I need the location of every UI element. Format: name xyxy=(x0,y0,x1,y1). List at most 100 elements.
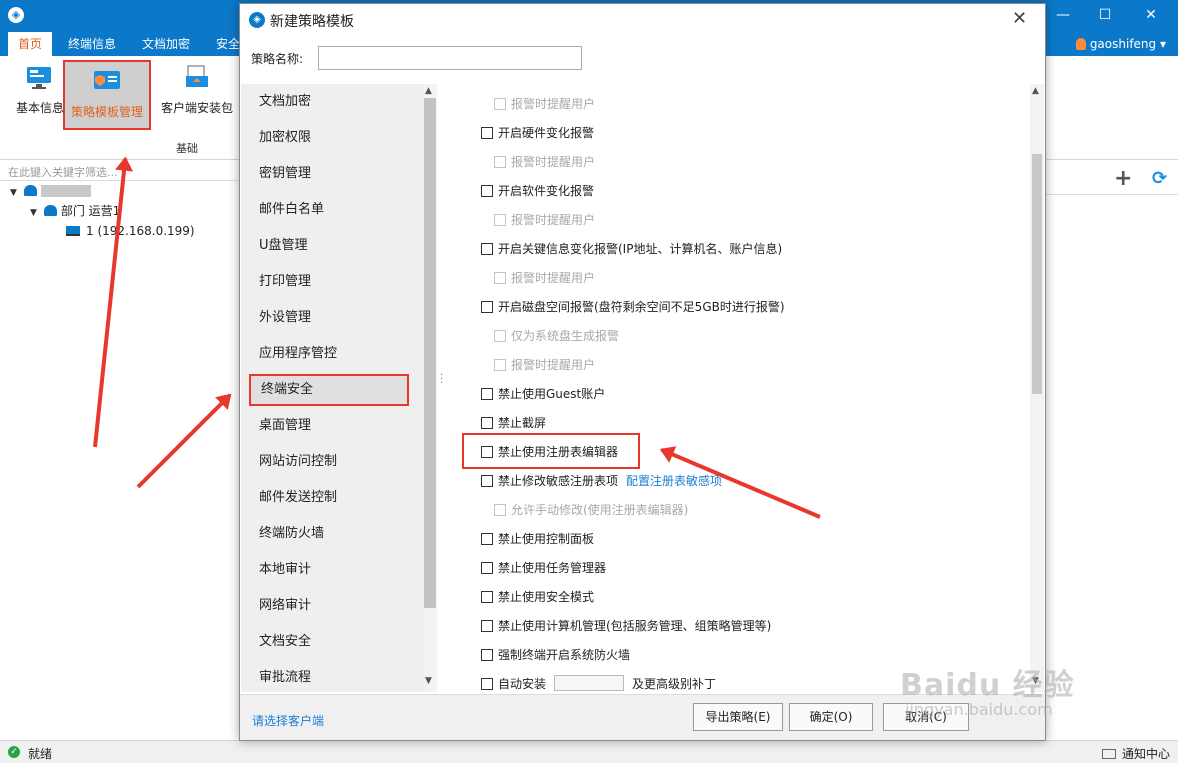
close-button[interactable]: ✕ xyxy=(1128,0,1174,32)
tree-computer[interactable]: 1 (192.168.0.199) xyxy=(66,222,195,240)
option-checkbox[interactable] xyxy=(494,214,506,226)
option-row[interactable]: 开启关键信息变化报警(IP地址、计算机名、账户信息) xyxy=(481,239,782,259)
options-scrollbar[interactable]: ▲ ▼ xyxy=(1030,84,1044,692)
category-item[interactable]: 打印管理 xyxy=(241,264,421,300)
tab-doc-encryption[interactable]: 文档加密 xyxy=(132,32,200,56)
dept-label: 部门 运营1 xyxy=(60,204,121,218)
category-item[interactable]: 本地审计 xyxy=(241,552,421,588)
option-row[interactable]: 报警时提醒用户 xyxy=(494,210,595,230)
monitor-icon xyxy=(27,67,51,89)
option-checkbox[interactable] xyxy=(481,475,493,487)
option-row[interactable]: 禁止使用任务管理器 xyxy=(481,558,606,578)
option-checkbox[interactable] xyxy=(481,127,493,139)
category-item[interactable]: 密钥管理 xyxy=(241,156,421,192)
category-item[interactable]: 加密权限 xyxy=(241,120,421,156)
option-checkbox[interactable] xyxy=(481,388,493,400)
option-label: 自动安装 xyxy=(498,677,547,691)
option-checkbox[interactable] xyxy=(481,417,493,429)
configure-registry-link[interactable]: 配置注册表敏感项 xyxy=(626,474,722,488)
category-item[interactable]: 网络审计 xyxy=(241,588,421,624)
policy-template-button[interactable]: 策略模板管理 xyxy=(63,60,151,130)
splitter-handle[interactable]: · · · xyxy=(440,371,443,389)
scroll-down-icon[interactable]: ▼ xyxy=(425,676,432,686)
option-row[interactable]: 禁止修改敏感注册表项 配置注册表敏感项 xyxy=(481,471,722,491)
computer-label: 1 (192.168.0.199) xyxy=(86,224,195,238)
tree-root[interactable]: ▼ xyxy=(10,182,91,200)
option-row[interactable]: 仅为系统盘生成报警 xyxy=(494,326,619,346)
category-item[interactable]: 文档加密 xyxy=(241,84,421,120)
highlight-registry-option xyxy=(462,433,640,469)
option-row[interactable]: 禁止使用控制面板 xyxy=(481,529,594,549)
option-row[interactable]: 允许手动修改(使用注册表编辑器) xyxy=(494,500,688,520)
dialog-close-icon[interactable]: ✕ xyxy=(1012,8,1027,29)
option-checkbox[interactable] xyxy=(494,272,506,284)
category-item[interactable]: 桌面管理 xyxy=(241,408,421,444)
category-item[interactable]: U盘管理 xyxy=(241,228,421,264)
option-checkbox[interactable] xyxy=(494,156,506,168)
option-row[interactable]: 报警时提醒用户 xyxy=(494,94,595,114)
category-item[interactable]: 文档安全 xyxy=(241,624,421,660)
ribbon-group-label: 基础 xyxy=(176,142,198,155)
group-icon xyxy=(43,205,57,216)
maximize-button[interactable]: ☐ xyxy=(1082,0,1128,32)
watermark-url: jingyan.baidu.com xyxy=(905,700,1053,719)
scroll-up-icon[interactable]: ▲ xyxy=(425,86,432,96)
option-row[interactable]: 报警时提醒用户 xyxy=(494,268,595,288)
option-checkbox[interactable] xyxy=(494,504,506,516)
tab-terminal-info[interactable]: 终端信息 xyxy=(58,32,126,56)
category-item[interactable]: 审批流程 xyxy=(241,660,421,692)
tab-home[interactable]: 首页 xyxy=(8,32,53,56)
refresh-icon[interactable]: ⟳ xyxy=(1152,168,1167,189)
options-scroll-thumb[interactable] xyxy=(1032,154,1042,394)
option-row[interactable]: 禁止使用计算机管理(包括服务管理、组策略管理等) xyxy=(481,616,771,636)
option-label: 允许手动修改(使用注册表编辑器) xyxy=(511,503,689,517)
option-checkbox[interactable] xyxy=(481,301,493,313)
option-checkbox[interactable] xyxy=(494,359,506,371)
option-row[interactable]: 强制终端开启系统防火墙 xyxy=(481,645,630,665)
category-scrollbar[interactable]: ▲ ▼ xyxy=(423,84,437,692)
category-item[interactable]: 终端防火墙 xyxy=(241,516,421,552)
option-row[interactable]: 自动安装 及更高级别补丁 xyxy=(481,674,716,692)
option-row[interactable]: 报警时提醒用户 xyxy=(494,355,595,375)
option-checkbox[interactable] xyxy=(481,649,493,661)
category-item[interactable]: 邮件发送控制 xyxy=(241,480,421,516)
ok-button[interactable]: 确定(O) xyxy=(789,703,873,731)
patch-level-select[interactable] xyxy=(554,675,625,691)
option-row[interactable]: 禁止使用Guest账户 xyxy=(481,384,605,404)
category-item[interactable]: 网站访问控制 xyxy=(241,444,421,480)
options-list: ▲ ▼ 报警时提醒用户 开启硬件变化报警 报警时提醒用户 开启软件变化报警 报警时提醒用… xyxy=(448,84,1044,692)
category-item[interactable]: 外设管理 xyxy=(241,300,421,336)
option-row[interactable]: 禁止使用安全模式 xyxy=(481,587,594,607)
category-scroll-thumb[interactable] xyxy=(424,98,436,608)
option-checkbox[interactable] xyxy=(481,591,493,603)
option-row[interactable]: 禁止截屏 xyxy=(481,413,546,433)
category-item[interactable]: 邮件白名单 xyxy=(241,192,421,228)
notification-center[interactable]: 通知中心 xyxy=(1101,745,1170,762)
option-row[interactable]: 开启硬件变化报警 xyxy=(481,123,594,143)
user-menu[interactable]: gaoshifeng ▾ xyxy=(1075,35,1166,53)
scroll-up-icon[interactable]: ▲ xyxy=(1032,86,1039,96)
option-checkbox[interactable] xyxy=(494,330,506,342)
option-row[interactable]: 开启软件变化报警 xyxy=(481,181,594,201)
option-row[interactable]: 开启磁盘空间报警(盘符剩余空间不足5GB时进行报警) xyxy=(481,297,785,317)
option-checkbox[interactable] xyxy=(494,98,506,110)
tree-dept[interactable]: ▼ 部门 运营1 xyxy=(30,202,120,220)
option-checkbox[interactable] xyxy=(481,562,493,574)
option-label: 禁止使用任务管理器 xyxy=(498,561,607,575)
category-item[interactable]: 终端安全 xyxy=(249,374,409,406)
option-checkbox[interactable] xyxy=(481,533,493,545)
add-icon[interactable]: + xyxy=(1114,168,1132,190)
option-checkbox[interactable] xyxy=(481,243,493,255)
minimize-button[interactable]: — xyxy=(1040,0,1086,32)
select-client-link[interactable]: 请选择客户端 xyxy=(252,712,324,729)
option-checkbox[interactable] xyxy=(481,620,493,632)
client-installer-button[interactable]: 客户端安装包 xyxy=(154,64,240,128)
category-list: ▲ ▼ 文档加密 加密权限 密钥管理 邮件白名单 U盘管理 打印管理 外设管理 应用程序管控终… xyxy=(241,84,437,692)
export-policy-button[interactable]: 导出策略(E) xyxy=(693,703,783,731)
category-item[interactable]: 应用程序管控 xyxy=(241,336,421,372)
policy-name-input[interactable] xyxy=(318,46,582,70)
option-row[interactable]: 报警时提醒用户 xyxy=(494,152,595,172)
option-checkbox[interactable] xyxy=(481,678,493,690)
option-label: 禁止使用Guest账户 xyxy=(498,387,606,401)
option-checkbox[interactable] xyxy=(481,185,493,197)
